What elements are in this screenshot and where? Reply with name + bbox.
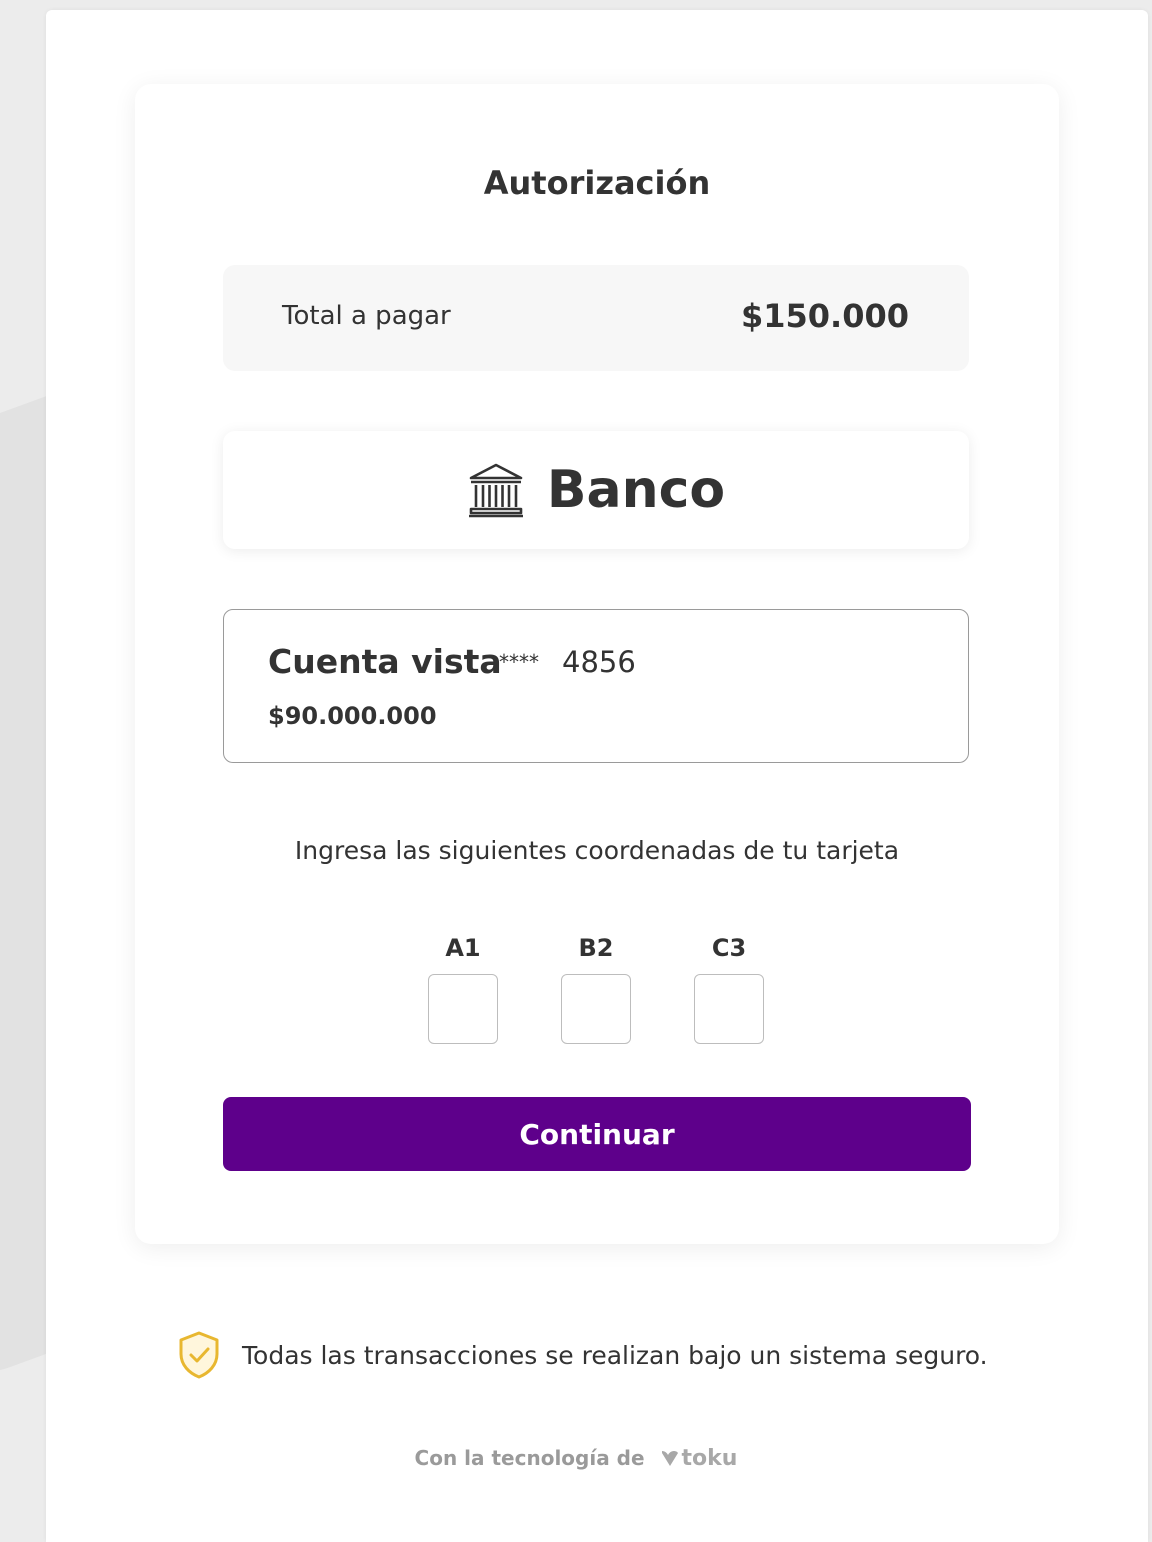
bank-icon: [468, 463, 523, 518]
coordinates-instruction: Ingresa las siguientes coordenadas de tu…: [294, 836, 900, 865]
coordinate-input-b2[interactable]: [561, 974, 631, 1044]
account-option[interactable]: Cuenta vista **** 4856 $90.000.000: [223, 609, 969, 763]
coordinate-b2: B2: [559, 934, 633, 1044]
coordinate-input-c3[interactable]: [694, 974, 764, 1044]
bank-header: Banco: [223, 431, 969, 549]
bank-name: Banco: [546, 460, 726, 520]
powered-by: Con la tecnología de toku: [0, 1446, 1152, 1471]
coordinates-group: A1 B2 C3: [426, 934, 766, 1044]
toku-brand: toku: [681, 1446, 738, 1471]
toku-logo-icon: [661, 1451, 678, 1466]
page-title: Autorización: [483, 164, 711, 202]
account-balance: $90.000.000: [268, 702, 437, 730]
account-number-last4: 4856: [562, 645, 636, 679]
security-text: Todas las transacciones se realizan bajo…: [242, 1340, 988, 1370]
account-type: Cuenta vista: [268, 642, 502, 681]
coordinate-label: B2: [578, 934, 614, 962]
coordinate-input-a1[interactable]: [428, 974, 498, 1044]
total-label: Total a pagar: [282, 301, 451, 331]
powered-by-text: Con la tecnología de: [414, 1446, 645, 1470]
page-sheet: Autorización Total a pagar $150.000 Banc…: [46, 10, 1148, 1542]
coordinate-a1: A1: [426, 934, 500, 1044]
coordinate-label: C3: [711, 934, 747, 962]
total-amount: $150.000: [740, 297, 909, 335]
total-summary: Total a pagar $150.000: [223, 265, 969, 371]
coordinate-c3: C3: [692, 934, 766, 1044]
authorization-card: Autorización Total a pagar $150.000 Banc…: [135, 84, 1059, 1244]
shield-check-icon: [179, 1331, 219, 1379]
account-mask: ****: [499, 650, 539, 674]
coordinate-label: A1: [445, 934, 481, 962]
security-notice: Todas las transacciones se realizan bajo…: [176, 1330, 988, 1380]
continue-button[interactable]: Continuar: [223, 1097, 971, 1171]
